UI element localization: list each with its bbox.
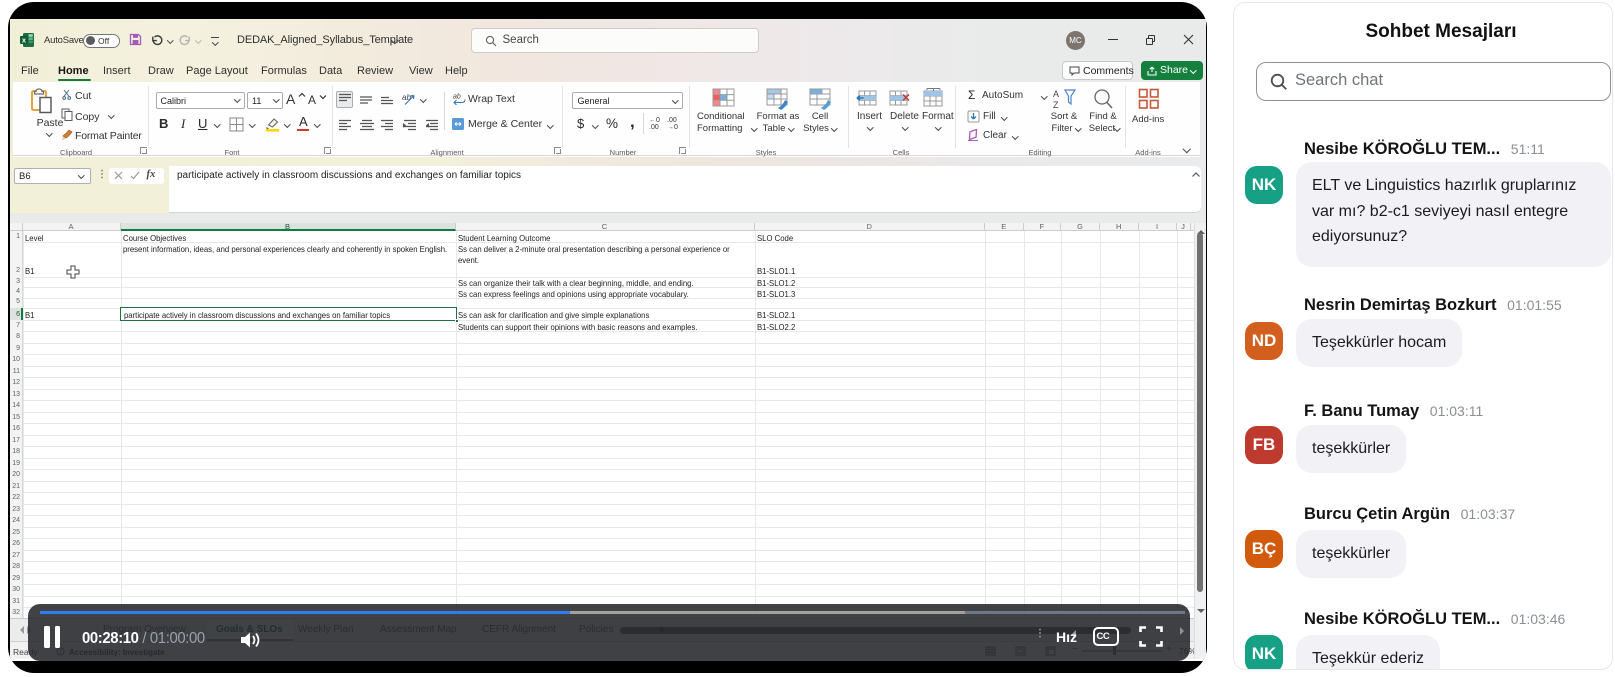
svg-text:ab: ab (402, 93, 411, 102)
svg-text:ab: ab (453, 94, 461, 101)
svg-text:Z: Z (1053, 100, 1059, 110)
svg-text:A: A (1053, 89, 1059, 99)
